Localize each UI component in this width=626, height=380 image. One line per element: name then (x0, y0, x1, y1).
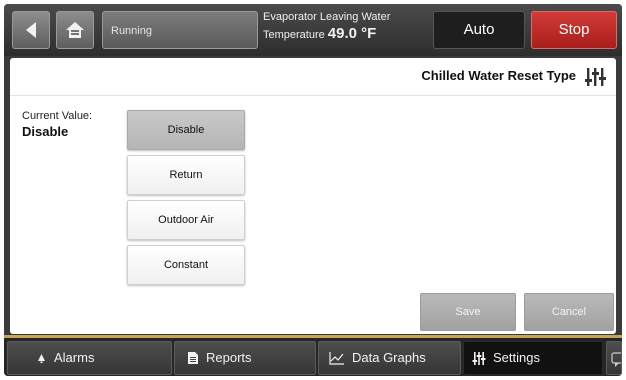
document-icon (188, 352, 198, 364)
back-arrow-icon (26, 22, 36, 38)
tab-settings-label: Settings (493, 350, 540, 365)
auto-button[interactable]: Auto (433, 11, 525, 49)
settings-panel: Chilled Water Reset Type Current Value: … (10, 58, 616, 334)
top-bar: Running Evaporator Leaving Water Tempera… (4, 4, 622, 56)
panel-header: Chilled Water Reset Type (10, 58, 616, 96)
current-value: Disable (22, 124, 69, 139)
chat-tab[interactable] (606, 341, 622, 375)
cancel-button[interactable]: Cancel (524, 293, 614, 331)
readout-value: 49.0 °F (327, 25, 377, 42)
save-button[interactable]: Save (420, 293, 516, 331)
tab-settings[interactable]: Settings (463, 341, 603, 375)
bell-icon (38, 353, 45, 363)
page-title: Chilled Water Reset Type (421, 68, 576, 83)
temperature-readout: Evaporator Leaving Water Temperature 49.0… (263, 10, 433, 45)
line-graph-icon (329, 352, 344, 365)
tab-data-graphs[interactable]: Data Graphs (318, 341, 461, 375)
tab-reports[interactable]: Reports (174, 341, 316, 375)
readout-line1: Evaporator Leaving Water (263, 11, 391, 23)
sliders-icon (472, 351, 486, 365)
bottom-tab-bar: Alarms Reports Data Graphs Settings (4, 338, 622, 376)
tab-reports-label: Reports (206, 350, 252, 365)
status-indicator[interactable]: Running (102, 11, 258, 49)
tab-alarms[interactable]: Alarms (7, 341, 172, 375)
sliders-icon (585, 68, 606, 86)
stop-button[interactable]: Stop (531, 11, 617, 49)
chat-bubble-icon (611, 352, 621, 367)
tab-alarms-label: Alarms (54, 350, 95, 365)
option-return[interactable]: Return (127, 155, 245, 195)
home-icon (66, 22, 84, 38)
back-button[interactable] (12, 11, 50, 49)
current-value-label: Current Value: (22, 110, 93, 122)
tab-data-graphs-label: Data Graphs (352, 350, 426, 365)
chiller-display: Running Evaporator Leaving Water Tempera… (4, 4, 622, 376)
option-disable[interactable]: Disable (127, 110, 245, 150)
option-constant[interactable]: Constant (127, 245, 245, 285)
readout-label: Temperature (263, 29, 325, 41)
home-button[interactable] (56, 11, 94, 49)
option-outdoor-air[interactable]: Outdoor Air (127, 200, 245, 240)
